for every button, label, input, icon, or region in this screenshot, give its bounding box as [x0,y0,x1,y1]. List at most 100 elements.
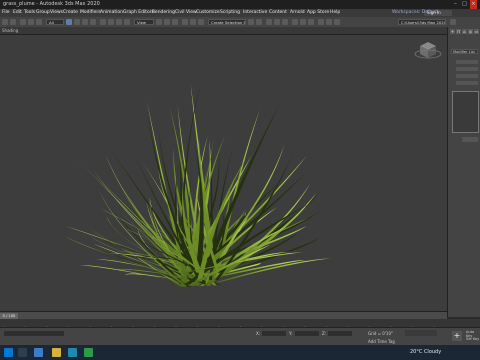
render-setup-icon[interactable] [318,19,324,25]
menu-civil-view[interactable]: Civil View [175,9,197,17]
rectangular-selection-icon[interactable] [82,19,88,25]
modifier-slot[interactable] [456,74,478,78]
project-folder-icon[interactable] [450,19,456,25]
viewport-shading-label[interactable]: Shading [2,27,18,34]
menu-customize[interactable]: Customize [196,9,220,17]
keyboard-shortcut-override-icon[interactable] [172,19,178,25]
pivot-icon[interactable] [156,19,162,25]
title-bar: grass_plume - Autodesk 3ds Max 2020 – □ … [0,0,480,9]
create-tab[interactable]: + [450,29,455,34]
reference-coordinate-dropdown[interactable]: View [134,19,154,25]
scene-explorer-icon[interactable] [266,19,272,25]
maxscript-listener[interactable] [4,331,64,336]
select-object-icon[interactable] [66,19,72,25]
menu-tools[interactable]: Tools [24,9,35,17]
menu-file[interactable]: File [2,9,10,17]
status-bar: X: Y: Z: Grid = 0'10" Add Time Tag + Aut… [0,327,480,346]
move-icon[interactable] [100,19,106,25]
snaps-toggle-icon[interactable] [182,19,188,25]
x-coordinate-field[interactable] [262,331,286,336]
percent-snap-icon[interactable] [198,19,204,25]
mirror-icon[interactable] [248,19,254,25]
motion-tab[interactable]: ◎ [468,29,473,34]
y-coordinate-label: Y: [289,331,293,336]
menu-animation[interactable]: Animation [100,9,123,17]
material-editor-icon[interactable] [308,19,314,25]
grass-plant-render [65,42,442,287]
modifier-slot[interactable] [456,60,478,64]
select-manipulate-icon[interactable] [164,19,170,25]
perspective-viewport[interactable] [0,34,447,312]
command-panel-tabs: + ⊓ ⌂ ◎ ▭ [450,29,479,35]
window-crossing-icon[interactable] [90,19,96,25]
link-icon[interactable] [20,19,26,25]
stack-controls[interactable] [462,137,478,142]
workspace-label[interactable]: Workspaces: Default [392,9,438,17]
set-key-plus-icon[interactable]: + [452,331,462,341]
viewport-label-bar: Shading [0,27,447,34]
window-title: grass_plume - Autodesk 3ds Max 2020 [3,1,100,7]
edge-browser-icon[interactable] [34,348,43,357]
named-selection-sets-dropdown[interactable]: Create Selection Se [208,19,246,25]
menu-rendering[interactable]: Rendering [152,9,175,17]
menu-app-store[interactable]: App Store [307,9,329,17]
set-key-button[interactable]: Set Key [466,337,479,341]
menu-arnold[interactable]: Arnold [290,9,305,17]
command-panel: + ⊓ ⌂ ◎ ▭ Modifier List [447,27,480,317]
track-bar[interactable]: 0510152025303540455055606570758085909510… [0,319,480,334]
angle-snap-icon[interactable] [190,19,196,25]
modifier-stack[interactable] [452,91,479,133]
menu-scripting[interactable]: Scripting [220,9,240,17]
render-frame-icon[interactable] [326,19,332,25]
3ds-max-taskbar-icon[interactable] [68,348,77,357]
menu-create[interactable]: Create [63,9,78,17]
scale-icon[interactable] [116,19,122,25]
windows-taskbar: 20°C Cloudy [0,345,480,360]
file-explorer-icon[interactable] [52,348,61,357]
ribbon-icon[interactable] [282,19,288,25]
modifier-slot[interactable] [456,67,478,71]
layer-explorer-icon[interactable] [274,19,280,25]
schematic-view-icon[interactable] [300,19,306,25]
select-by-name-icon[interactable] [74,19,80,25]
hierarchy-tab[interactable]: ⌂ [462,29,467,34]
project-path-dropdown[interactable]: C:\Users\\3ds Max 2020 [398,19,446,25]
menu-content[interactable]: Content [269,9,287,17]
search-icon[interactable] [18,348,27,357]
placement-icon[interactable] [124,19,130,25]
menu-graph-editors[interactable]: Graph Editors [123,9,154,17]
selection-filter-dropdown[interactable]: All [46,19,64,25]
playback-controls[interactable] [405,330,437,336]
add-time-tag-button[interactable]: Add Time Tag [368,339,395,344]
z-coordinate-field[interactable] [328,331,352,336]
rotate-icon[interactable] [108,19,114,25]
y-coordinate-field[interactable] [295,331,319,336]
menu-group[interactable]: Group [36,9,50,17]
align-icon[interactable] [256,19,262,25]
modifier-slot[interactable] [456,81,478,85]
menu-edit[interactable]: Edit [13,9,22,17]
redo-icon[interactable] [10,19,16,25]
modifier-list-dropdown[interactable]: Modifier List [451,49,478,54]
unlink-icon[interactable] [28,19,34,25]
curve-editor-icon[interactable] [292,19,298,25]
menu-interactive[interactable]: Interactive [243,9,267,17]
menu-help[interactable]: Help [330,9,340,17]
start-icon[interactable] [4,348,13,357]
viewcube-icon[interactable] [414,42,442,59]
x-coordinate-label: X: [256,331,261,336]
grid-size-label: Grid = 0'10" [368,331,393,336]
maximize-button[interactable]: □ [461,0,468,9]
app-taskbar-icon[interactable] [84,348,93,357]
menu-views[interactable]: Views [50,9,63,17]
undo-icon[interactable] [2,19,8,25]
bind-spacewarp-icon[interactable] [36,19,42,25]
menu-modifiers[interactable]: Modifiers [80,9,101,17]
render-production-icon[interactable] [334,19,340,25]
menu-bar: File Edit Tools Group Views Create Modif… [0,9,480,17]
weather-widget[interactable]: 20°C Cloudy [410,347,441,358]
display-tab[interactable]: ▭ [474,29,479,34]
minimize-button[interactable]: – [452,0,459,9]
modify-tab[interactable]: ⊓ [456,29,461,34]
close-button[interactable]: × [470,0,477,9]
